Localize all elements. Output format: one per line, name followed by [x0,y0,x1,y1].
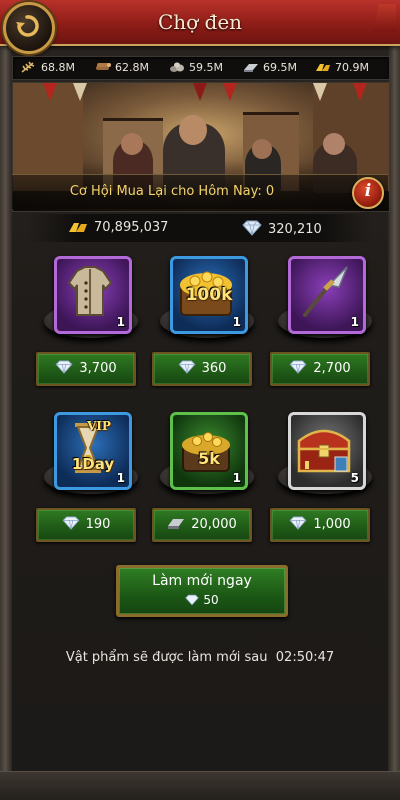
item-price: 3,700 [79,361,117,376]
item-icon-frame: 1 [54,256,132,334]
iron-bar-icon [168,519,185,529]
buy-button-gold-pile[interactable]: 20,000 [152,508,252,542]
iron-icon [244,64,258,72]
item-icon-frame: VIP 1Day 1 [54,412,132,490]
gold-icon [69,223,87,232]
bottom-border [0,771,400,800]
resource-wood: 62.8M [95,57,149,79]
item-price: 190 [85,517,111,532]
stone-icon [170,62,184,72]
rebuy-chances-bar: Cơ Hội Mua Lại cho Hôm Nay: 0 i [12,174,388,209]
item-quantity: 1 [232,471,241,485]
item-price: 2,700 [313,361,351,376]
buy-button-vip-1day[interactable]: 190 [36,508,136,542]
item-quantity: 1 [350,315,359,329]
buy-button-treasure-chest[interactable]: 1,000 [270,508,370,542]
gold-icon [316,64,330,71]
back-arrow-icon [16,15,39,37]
gold-total: 70,895,037 [68,220,168,235]
item-quantity: 5 [350,471,359,485]
gem-icon [242,220,262,236]
treasure-chest-icon [297,429,351,473]
left-border [0,40,12,800]
refresh-label: Làm mới ngay [152,573,252,589]
gem-icon [289,360,307,374]
header-corner-ornament [374,4,396,32]
gem-icon [185,594,200,606]
shop-item-gold-chest[interactable]: 100k 1 360 [152,256,262,396]
item-icon-frame: 1 [288,256,366,334]
spear-icon [303,266,348,317]
info-button[interactable]: i [352,177,384,209]
currency-totals: 70,895,037 320,210 [28,214,372,242]
refresh-cost: 50 [119,593,285,607]
resource-bar: 68.8M 62.8M 59.5M 69.5M 70.9M [12,56,390,80]
gem-icon [62,516,80,530]
item-quantity: 1 [232,315,241,329]
info-icon: i [364,181,372,201]
wheat-icon [21,61,35,73]
shop-item-armor[interactable]: 1 3,700 [36,256,146,396]
refresh-now-button[interactable]: Làm mới ngay 50 [116,565,288,617]
item-icon-frame: 5k 1 [170,412,248,490]
gem-total: 320,210 [242,220,322,237]
gem-icon [289,516,307,530]
shop-item-gold-pile[interactable]: 5k 1 20,000 [152,412,262,552]
gem-icon [55,360,73,374]
back-button[interactable] [3,2,55,54]
resource-food: 68.8M [21,57,75,79]
item-overlay-label: 100k [185,285,233,305]
item-quantity: 1 [116,315,125,329]
item-icon-frame: 100k 1 [170,256,248,334]
vip-label: VIP [87,419,111,433]
item-quantity: 1 [116,471,125,485]
item-icon-frame: 5 [288,412,366,490]
header-bar: Chợ đen [0,0,400,46]
item-price: 20,000 [191,517,237,532]
shop-item-treasure-chest[interactable]: 5 1,000 [270,412,380,552]
rebuy-chances-text: Cơ Hội Mua Lại cho Hôm Nay: 0 [69,184,275,199]
item-overlay-label: 5k [198,449,220,468]
page-title: Chợ đen [157,10,243,34]
resource-iron: 69.5M [243,57,297,79]
armor-icon [67,266,113,316]
gem-icon [178,360,196,374]
refresh-countdown-text: Vật phẩm sẽ được làm mới sau 02:50:47 [65,650,335,665]
wood-icon [96,63,111,70]
buy-button-spear[interactable]: 2,700 [270,352,370,386]
shop-item-spear[interactable]: 1 2,700 [270,256,380,396]
shop-item-vip-1day[interactable]: VIP 1Day 1 190 [36,412,146,552]
buy-button-gold-chest[interactable]: 360 [152,352,252,386]
buy-button-armor[interactable]: 3,700 [36,352,136,386]
item-price: 1,000 [313,517,351,532]
item-price: 360 [201,361,227,376]
resource-stone: 59.5M [169,57,223,79]
gold-coins-icon [182,432,230,472]
resource-gold: 70.9M [315,57,369,79]
